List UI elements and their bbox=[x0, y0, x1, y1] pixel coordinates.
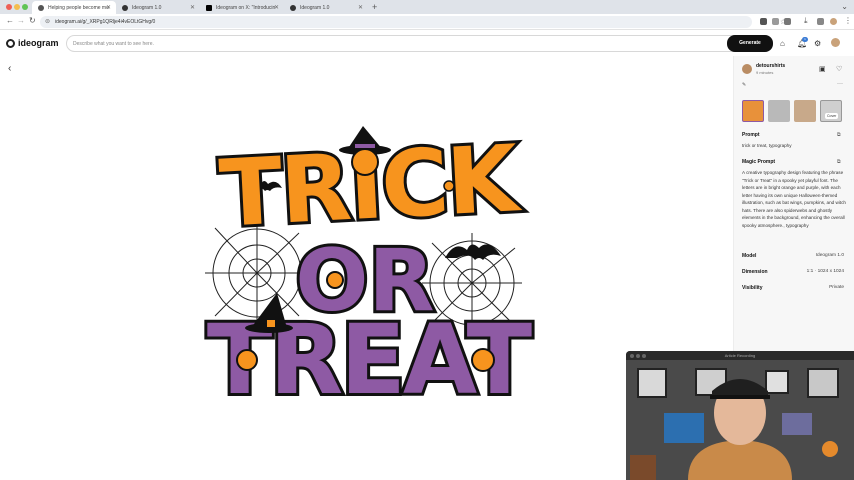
close-window-button[interactable] bbox=[6, 4, 12, 10]
pumpkin-icon bbox=[471, 348, 495, 372]
close-tab-icon[interactable]: ✕ bbox=[190, 4, 195, 11]
prompt-heading: Prompt bbox=[742, 132, 760, 138]
prompt-placeholder: Describe what you want to see here. bbox=[73, 41, 154, 47]
pumpkin-icon bbox=[351, 148, 379, 176]
model-value: Ideogram 1.0 bbox=[815, 253, 844, 258]
browser-toolbar: ← → ↻ ⊜ ideogram.ai/g/_XRPg1QRlje4i4vEOL… bbox=[0, 14, 854, 30]
dimension-label: Dimension bbox=[742, 269, 768, 275]
site-info-icon[interactable]: ⊜ bbox=[45, 18, 50, 25]
webcam-overlay[interactable]: Article Recording bbox=[626, 351, 854, 480]
tab-label: Helping people become mo bbox=[48, 5, 109, 11]
webcam-video-frame bbox=[626, 360, 854, 480]
pin-icon[interactable]: ✎ bbox=[742, 82, 746, 88]
generated-image: TRICK OR TREAT bbox=[187, 88, 549, 448]
back-chevron-icon[interactable]: ‹ bbox=[8, 63, 11, 74]
tab-search-chevron-icon[interactable]: ⌄ bbox=[841, 2, 848, 11]
tab-label: Ideogram on X: "Introducin bbox=[216, 5, 276, 11]
new-tab-button[interactable]: + bbox=[372, 2, 377, 12]
close-tab-icon[interactable]: ✕ bbox=[358, 4, 363, 11]
tab-favicon-icon bbox=[38, 5, 44, 11]
address-bar[interactable]: ⊜ ideogram.ai/g/_XRPg1QRlje4i4vEOLtGHvg/… bbox=[40, 16, 786, 28]
forward-arrow-icon[interactable]: → bbox=[17, 16, 25, 25]
bat-icon bbox=[445, 244, 501, 260]
profile-avatar-icon[interactable] bbox=[830, 18, 837, 25]
generate-button[interactable]: Generate bbox=[727, 35, 773, 52]
creator-username[interactable]: detourshirts bbox=[756, 63, 785, 69]
maximize-window-button[interactable] bbox=[22, 4, 28, 10]
overlay-title: Article Recording bbox=[724, 353, 756, 358]
variation-thumbnail[interactable] bbox=[794, 100, 816, 122]
ideogram-logo-icon[interactable] bbox=[6, 39, 15, 48]
copy-prompt-icon[interactable]: ⧉ bbox=[837, 132, 841, 138]
magic-prompt-text: A creative typography design featuring t… bbox=[742, 170, 846, 228]
tab-label: Ideogram 1.0 bbox=[300, 5, 330, 11]
browser-tab[interactable]: Ideogram 1.0 ✕ bbox=[284, 1, 368, 14]
browser-tab-strip: Helping people become mo ✕ Ideogram 1.0 … bbox=[0, 0, 854, 14]
x-logo-icon bbox=[206, 5, 212, 11]
extension-icon[interactable] bbox=[772, 18, 779, 25]
extension-icon[interactable] bbox=[760, 18, 767, 25]
trick-or-treat-artwork: TRICK OR TREAT bbox=[204, 122, 538, 419]
overlay-title-bar[interactable]: Article Recording bbox=[626, 351, 854, 360]
more-options-icon[interactable]: ··· bbox=[837, 81, 843, 87]
app-header: ideogram Describe what you want to see h… bbox=[0, 30, 854, 56]
browser-menu-icon[interactable]: ⋮ bbox=[844, 16, 852, 25]
tab-favicon-icon bbox=[122, 5, 128, 11]
user-avatar[interactable] bbox=[831, 38, 840, 47]
reload-icon[interactable]: ↻ bbox=[29, 16, 36, 25]
pumpkin-icon bbox=[236, 349, 258, 371]
notification-count-badge: 1 bbox=[802, 37, 808, 42]
image-icon[interactable]: ▣ bbox=[819, 65, 826, 73]
browser-tab[interactable]: Ideogram 1.0 ✕ bbox=[116, 1, 200, 14]
logo-text[interactable]: ideogram bbox=[18, 38, 59, 48]
pumpkin-icon bbox=[326, 271, 344, 289]
like-heart-icon[interactable]: ♡ bbox=[836, 65, 842, 73]
close-tab-icon[interactable]: ✕ bbox=[106, 4, 111, 11]
prompt-input[interactable]: Describe what you want to see here. bbox=[66, 35, 768, 52]
browser-tab[interactable]: Helping people become mo ✕ bbox=[32, 1, 116, 14]
created-time: 9 minutes bbox=[756, 70, 774, 75]
download-icon[interactable]: ⤓ bbox=[804, 16, 808, 26]
pumpkin-icon bbox=[443, 180, 455, 192]
home-icon[interactable]: ⌂ bbox=[780, 39, 785, 48]
visibility-label: Visibility bbox=[742, 285, 763, 291]
prompt-text: trick or treat, typography bbox=[742, 143, 792, 148]
variation-thumbnail[interactable] bbox=[742, 100, 764, 122]
copy-magic-prompt-icon[interactable]: ⧉ bbox=[837, 159, 841, 165]
close-tab-icon[interactable]: ✕ bbox=[274, 4, 279, 11]
browser-tab[interactable]: Ideogram on X: "Introducin ✕ bbox=[200, 1, 284, 14]
dimension-value: 1:1 · 1024 x 1024 bbox=[806, 269, 844, 274]
creator-avatar[interactable] bbox=[742, 64, 752, 74]
magic-prompt-heading: Magic Prompt bbox=[742, 159, 776, 165]
back-arrow-icon[interactable]: ← bbox=[6, 16, 14, 25]
url-text: ideogram.ai/g/_XRPg1QRlje4i4vEOLtGHvg/0 bbox=[55, 19, 156, 25]
model-label: Model bbox=[742, 253, 757, 259]
extensions-puzzle-icon[interactable] bbox=[784, 18, 791, 25]
tab-label: Ideogram 1.0 bbox=[132, 5, 162, 11]
cover-label: Cover bbox=[825, 113, 839, 119]
minimize-window-button[interactable] bbox=[14, 4, 20, 10]
settings-gear-icon[interactable]: ⚙ bbox=[814, 39, 821, 48]
side-panel-icon[interactable] bbox=[817, 18, 824, 25]
variation-thumbnail[interactable] bbox=[768, 100, 790, 122]
tab-favicon-icon bbox=[290, 5, 296, 11]
visibility-value: Private bbox=[829, 285, 844, 290]
